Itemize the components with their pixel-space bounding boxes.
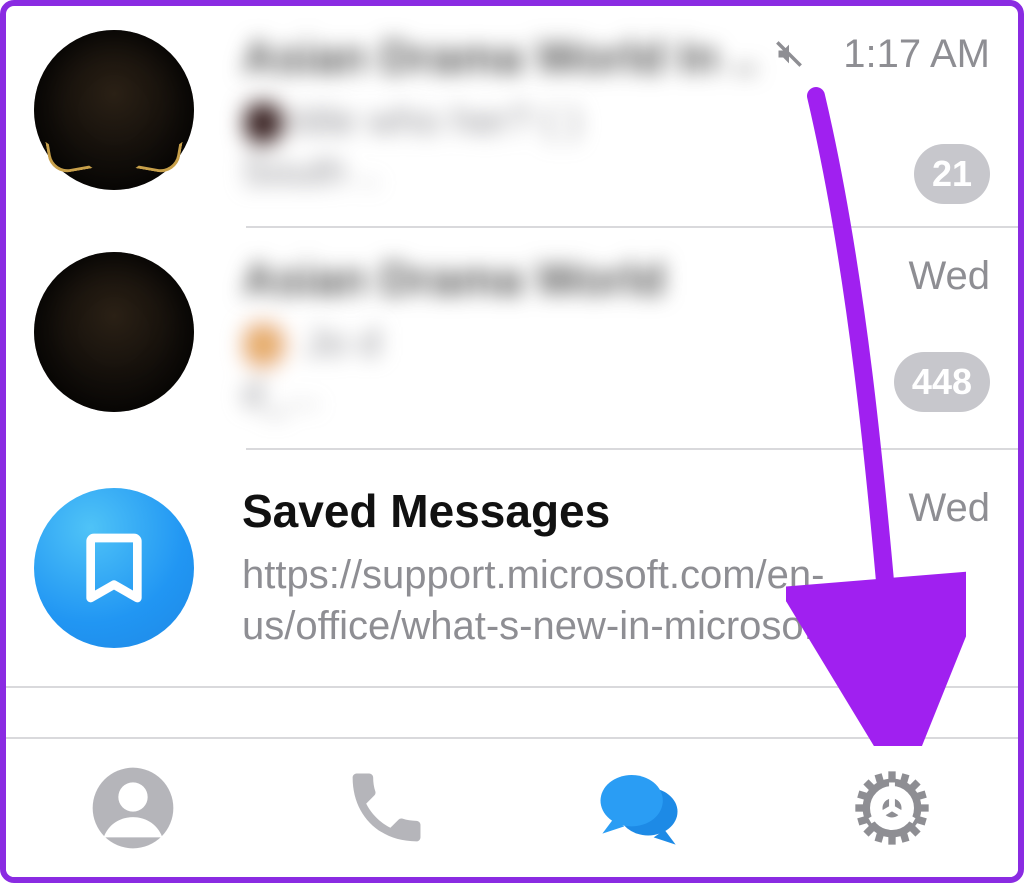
tab-chats[interactable] xyxy=(591,760,687,856)
chat-time: Wed xyxy=(908,484,990,531)
saved-messages-avatar xyxy=(34,488,194,648)
muted-icon xyxy=(775,40,803,68)
chat-body: Saved Messages Wed https://support.micro… xyxy=(242,484,990,652)
chat-time: 1:17 AM xyxy=(843,30,990,77)
tab-calls[interactable] xyxy=(338,760,434,856)
chat-title: Saved Messages xyxy=(242,484,610,538)
chat-preview: https://support.microsoft.com/en-us/offi… xyxy=(242,550,962,652)
chat-list: Asian Drama World In .. 1:17 AM title wh… xyxy=(6,6,1018,688)
chat-row-saved-messages[interactable]: Saved Messages Wed https://support.micro… xyxy=(6,450,1018,686)
chat-preview: Jo d d_... xyxy=(242,318,882,420)
gear-icon xyxy=(848,764,936,852)
tab-settings[interactable] xyxy=(844,760,940,856)
avatar xyxy=(34,30,194,190)
bookmark-icon xyxy=(74,525,154,611)
chat-time: Wed xyxy=(908,252,990,299)
unread-badge: 448 xyxy=(894,352,990,412)
chat-title: Asian Drama World In .. xyxy=(242,30,757,84)
unread-badge: 21 xyxy=(914,144,990,204)
chat-title: Asian Drama World xyxy=(242,252,665,306)
chat-preview: title who her? ( ) South .. xyxy=(242,96,882,198)
chat-body: Asian Drama World In .. 1:17 AM title wh… xyxy=(242,30,990,198)
tab-bar xyxy=(6,737,1018,877)
chat-row[interactable]: Asian Drama World In .. 1:17 AM title wh… xyxy=(6,6,1018,228)
tab-contacts[interactable] xyxy=(85,760,181,856)
phone-icon xyxy=(342,764,430,852)
chats-icon xyxy=(595,764,683,852)
app-frame: Asian Drama World In .. 1:17 AM title wh… xyxy=(0,0,1024,883)
chat-row[interactable]: Asian Drama World Wed Jo d d_... 448 xyxy=(6,228,1018,450)
person-icon xyxy=(89,764,177,852)
avatar xyxy=(34,252,194,412)
chat-body: Asian Drama World Wed Jo d d_... xyxy=(242,252,990,420)
